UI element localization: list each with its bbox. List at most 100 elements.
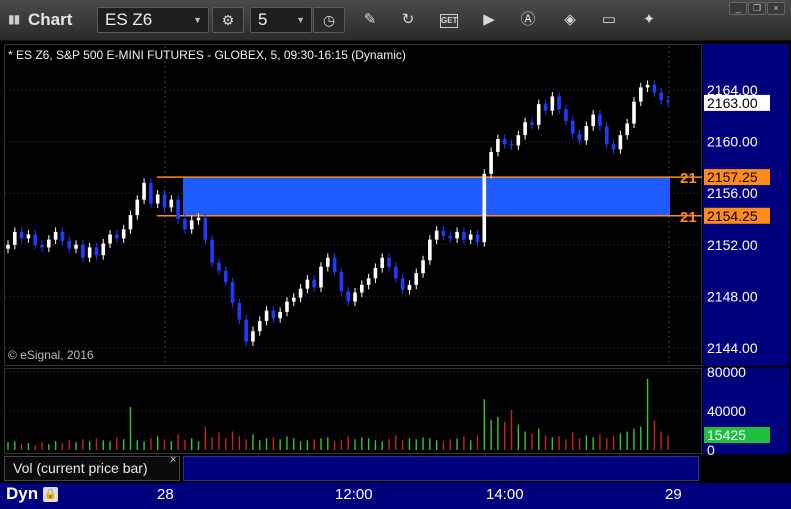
- price-tick-label: 2160.00: [707, 134, 758, 150]
- close-icon[interactable]: ×: [170, 454, 176, 466]
- price-candle: [60, 231, 65, 241]
- price-candle: [482, 173, 487, 243]
- price-candle: [196, 217, 201, 221]
- price-candle: [101, 243, 106, 256]
- zone-marker-label: 21: [680, 209, 697, 226]
- price-candle: [223, 270, 228, 283]
- price-candle: [570, 120, 575, 134]
- price-candle: [489, 151, 493, 174]
- price-candle: [448, 235, 453, 239]
- price-candle: [40, 244, 44, 248]
- price-candle: [108, 234, 112, 244]
- price-candle: [319, 266, 323, 288]
- price-candle: [291, 297, 296, 302]
- price-candle: [169, 199, 174, 208]
- price-candle: [128, 215, 133, 230]
- price-candle: [142, 182, 146, 200]
- copyright-label: © eSignal, 2016: [8, 348, 94, 362]
- price-candle: [115, 234, 119, 239]
- price-candle: [618, 135, 623, 150]
- price-candle: [462, 231, 466, 240]
- price-candle: [189, 220, 194, 230]
- price-candle: [183, 219, 187, 230]
- price-candle: [33, 234, 38, 245]
- price-candle: [516, 135, 521, 146]
- volume-tick-label: 0: [707, 442, 715, 458]
- price-candle: [625, 123, 629, 136]
- price-candle: [162, 194, 167, 208]
- price-candle: [325, 257, 330, 267]
- time-tick: 28: [157, 486, 174, 503]
- price-candle: [604, 126, 609, 145]
- price-candle: [632, 101, 636, 124]
- chart-window: ▮▮ Chart ES Z6 ▼ ⚙ 5 ▼ ◷ ✎ ↻ GET ▶ Ⓐ ◈ ▭…: [0, 0, 791, 509]
- lock-icon[interactable]: 🔒: [43, 487, 58, 502]
- price-candle: [584, 126, 589, 141]
- price-tick-label: 2156.00: [707, 185, 758, 201]
- price-candle: [564, 109, 568, 121]
- price-candle: [244, 319, 248, 342]
- price-candle: [611, 144, 616, 150]
- price-candle: [536, 104, 541, 125]
- price-candle: [251, 331, 255, 342]
- price-candle: [543, 104, 548, 111]
- chart-canvas: 2164.002160.002156.002152.002148.002144.…: [5, 46, 770, 458]
- price-candle: [210, 239, 214, 263]
- price-candle: [121, 229, 126, 239]
- price-candle: [312, 279, 316, 288]
- volume-tick-label: 80000: [707, 364, 746, 380]
- time-tick: 14:00: [486, 486, 524, 503]
- current-volume-label: 15425: [707, 427, 746, 443]
- price-tick-label: 2152.00: [707, 237, 758, 253]
- price-candle: [26, 234, 31, 239]
- price-candle: [135, 199, 140, 216]
- price-candle: [155, 194, 160, 204]
- price-candle: [434, 230, 439, 240]
- chart-header: * ES Z6, S&P 500 E-MINI FUTURES - GLOBEX…: [8, 48, 406, 62]
- price-candle: [305, 279, 310, 289]
- price-candle: [666, 100, 670, 102]
- price-candle: [557, 96, 561, 110]
- price-candle: [380, 257, 385, 269]
- price-candle: [373, 268, 378, 279]
- price-candle: [414, 273, 419, 285]
- time-tick: 12:00: [335, 486, 373, 503]
- price-candle: [13, 231, 17, 245]
- price-candle: [387, 257, 391, 267]
- price-candle: [502, 139, 507, 145]
- price-candle: [400, 278, 405, 290]
- price-candle: [346, 291, 351, 302]
- price-candle: [237, 302, 242, 320]
- zone-price-label: 2154.25: [707, 208, 758, 224]
- price-candle: [652, 84, 657, 93]
- zone-marker-label: 21: [680, 170, 697, 187]
- price-candle: [257, 320, 262, 332]
- price-candle: [550, 96, 555, 111]
- price-candle: [271, 310, 276, 319]
- time-axis[interactable]: Dyn 🔒 28 12:00 14:00 29: [0, 483, 791, 509]
- price-candle: [509, 144, 514, 146]
- price-candle: [645, 84, 650, 88]
- dynamic-mode-label[interactable]: Dyn: [6, 484, 38, 504]
- price-candle: [339, 271, 344, 292]
- price-candle: [47, 239, 51, 248]
- volume-study-label[interactable]: Vol (current price bar): [4, 456, 180, 481]
- price-candle: [407, 284, 412, 290]
- price-candle: [455, 231, 459, 239]
- price-candle: [19, 231, 24, 239]
- price-candle: [496, 139, 500, 152]
- current-price-label: 2163.00: [707, 95, 758, 111]
- price-candle: [530, 122, 534, 125]
- price-candle: [53, 231, 58, 240]
- price-candle: [421, 260, 425, 274]
- support-zone: [183, 177, 670, 216]
- price-candle: [285, 301, 289, 312]
- price-candle: [6, 244, 10, 249]
- price-candle: [441, 230, 446, 236]
- price-candle: [468, 234, 473, 240]
- zone-price-label: 2157.25: [707, 169, 758, 185]
- price-candle: [353, 292, 357, 302]
- volume-tick-label: 40000: [707, 403, 746, 419]
- price-candle: [87, 247, 92, 258]
- price-candle: [638, 87, 643, 102]
